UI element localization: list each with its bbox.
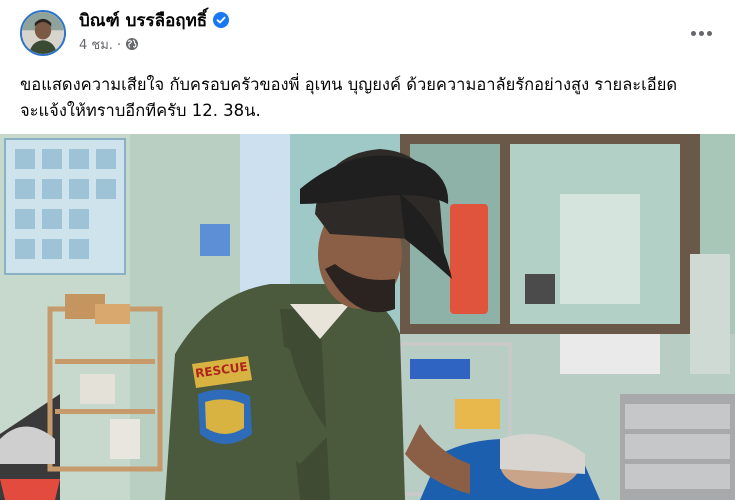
avatar-image	[22, 12, 64, 54]
more-options-icon[interactable]	[683, 18, 719, 48]
globe-icon[interactable]	[125, 37, 139, 51]
photo-illustration: RESCUE	[0, 134, 735, 500]
author-name-text[interactable]: บิณฑ์ บรรลือฤทธิ์	[79, 11, 207, 31]
post-time[interactable]: 4 ชม.	[79, 38, 113, 53]
post-meta: 4 ชม. ·	[79, 37, 139, 55]
verified-badge-icon	[213, 12, 230, 28]
post-photo[interactable]: RESCUE	[0, 134, 735, 500]
post-header: บิณฑ์ บรรลือฤทธิ์ 4 ชม. ·	[0, 0, 735, 68]
meta-separator: ·	[116, 38, 122, 53]
author-name[interactable]: บิณฑ์ บรรลือฤทธิ์	[79, 10, 230, 32]
avatar[interactable]	[20, 10, 66, 56]
post-text: ขอแสดงความเสียใจ กับครอบครัวของพี่ อุเทน…	[20, 75, 678, 120]
